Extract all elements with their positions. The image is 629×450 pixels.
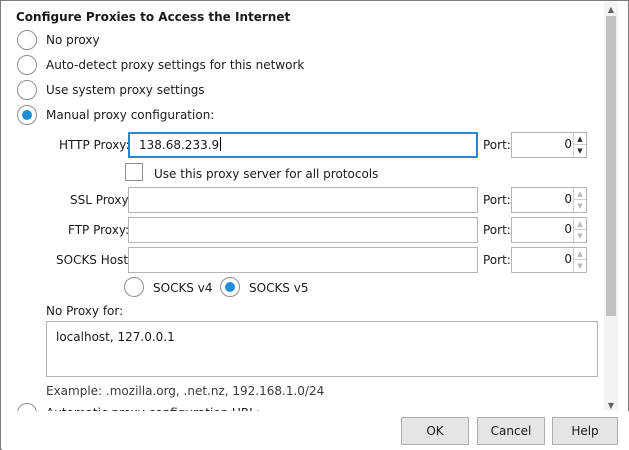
- radio-manual-proxy-label: Manual proxy configuration:: [46, 108, 215, 122]
- socks-host-label: SOCKS Host:: [56, 253, 133, 267]
- radio-manual-proxy[interactable]: [17, 105, 37, 125]
- spin-up-icon[interactable]: ▲: [574, 188, 586, 200]
- http-port-input[interactable]: 0 ▲ ▼: [511, 132, 587, 158]
- ssl-proxy-label: SSL Proxy:: [70, 193, 132, 207]
- http-port-value: 0: [564, 137, 572, 151]
- http-port-spinner[interactable]: ▲ ▼: [573, 133, 586, 157]
- use-for-all-label: Use this proxy server for all protocols: [154, 167, 379, 181]
- radio-system-proxy[interactable]: [17, 80, 37, 100]
- cancel-button[interactable]: Cancel: [477, 417, 545, 445]
- radio-socks-v4-label: SOCKS v4: [153, 281, 213, 295]
- ftp-port-spinner[interactable]: ▲ ▼: [573, 218, 586, 242]
- ssl-port-spinner[interactable]: ▲ ▼: [573, 188, 586, 212]
- radio-auto-detect-label: Auto-detect proxy settings for this netw…: [46, 58, 305, 72]
- no-proxy-for-textarea[interactable]: localhost, 127.0.0.1: [46, 321, 598, 377]
- dialog-button-bar: OK Cancel Help: [2, 411, 629, 450]
- ftp-proxy-input[interactable]: [128, 217, 478, 243]
- radio-no-proxy-label: No proxy: [46, 33, 100, 47]
- http-port-label: Port:: [483, 138, 511, 152]
- scrollbar-thumb[interactable]: [606, 16, 616, 316]
- socks-host-input[interactable]: [128, 247, 478, 273]
- socks-port-input[interactable]: 0 ▲ ▼: [511, 247, 587, 273]
- scroll-down-icon[interactable]: ▼: [604, 398, 618, 412]
- ssl-proxy-input[interactable]: [128, 187, 478, 213]
- no-proxy-for-value: localhost, 127.0.0.1: [56, 330, 175, 344]
- radio-auto-detect[interactable]: [17, 55, 37, 75]
- spin-down-icon[interactable]: ▼: [574, 145, 586, 157]
- ok-button[interactable]: OK: [401, 417, 469, 445]
- ftp-port-label: Port:: [483, 223, 511, 237]
- no-proxy-for-label: No Proxy for:: [46, 304, 124, 318]
- text-caret: [220, 137, 222, 151]
- radio-socks-v5-label: SOCKS v5: [249, 281, 309, 295]
- spin-down-icon[interactable]: ▼: [574, 230, 586, 242]
- spin-down-icon[interactable]: ▼: [574, 200, 586, 212]
- spin-up-icon[interactable]: ▲: [574, 218, 586, 230]
- radio-socks-v4[interactable]: [124, 277, 144, 297]
- http-proxy-label: HTTP Proxy:: [59, 138, 130, 152]
- socks-port-value: 0: [564, 252, 572, 266]
- http-proxy-value: 138.68.233.9: [139, 138, 220, 152]
- vertical-scrollbar[interactable]: ▲ ▼: [604, 2, 618, 412]
- scroll-up-icon[interactable]: ▲: [604, 2, 618, 16]
- ssl-port-input[interactable]: 0 ▲ ▼: [511, 187, 587, 213]
- dialog-heading: Configure Proxies to Access the Internet: [16, 10, 291, 24]
- radio-system-proxy-label: Use system proxy settings: [46, 83, 205, 97]
- ssl-port-value: 0: [564, 192, 572, 206]
- use-for-all-checkbox[interactable]: [125, 163, 143, 181]
- no-proxy-example: Example: .mozilla.org, .net.nz, 192.168.…: [46, 384, 325, 398]
- help-button[interactable]: Help: [552, 417, 618, 445]
- proxy-settings-dialog: Configure Proxies to Access the Internet…: [0, 0, 629, 450]
- socks-port-label: Port:: [483, 253, 511, 267]
- radio-socks-v5[interactable]: [220, 277, 240, 297]
- ftp-proxy-label: FTP Proxy:: [68, 223, 130, 237]
- ftp-port-input[interactable]: 0 ▲ ▼: [511, 217, 587, 243]
- http-proxy-input[interactable]: 138.68.233.9: [128, 132, 478, 158]
- spin-up-icon[interactable]: ▲: [574, 248, 586, 260]
- radio-no-proxy[interactable]: [17, 30, 37, 50]
- spin-up-icon[interactable]: ▲: [574, 133, 586, 145]
- spin-down-icon[interactable]: ▼: [574, 260, 586, 272]
- socks-port-spinner[interactable]: ▲ ▼: [573, 248, 586, 272]
- ftp-port-value: 0: [564, 222, 572, 236]
- ssl-port-label: Port:: [483, 193, 511, 207]
